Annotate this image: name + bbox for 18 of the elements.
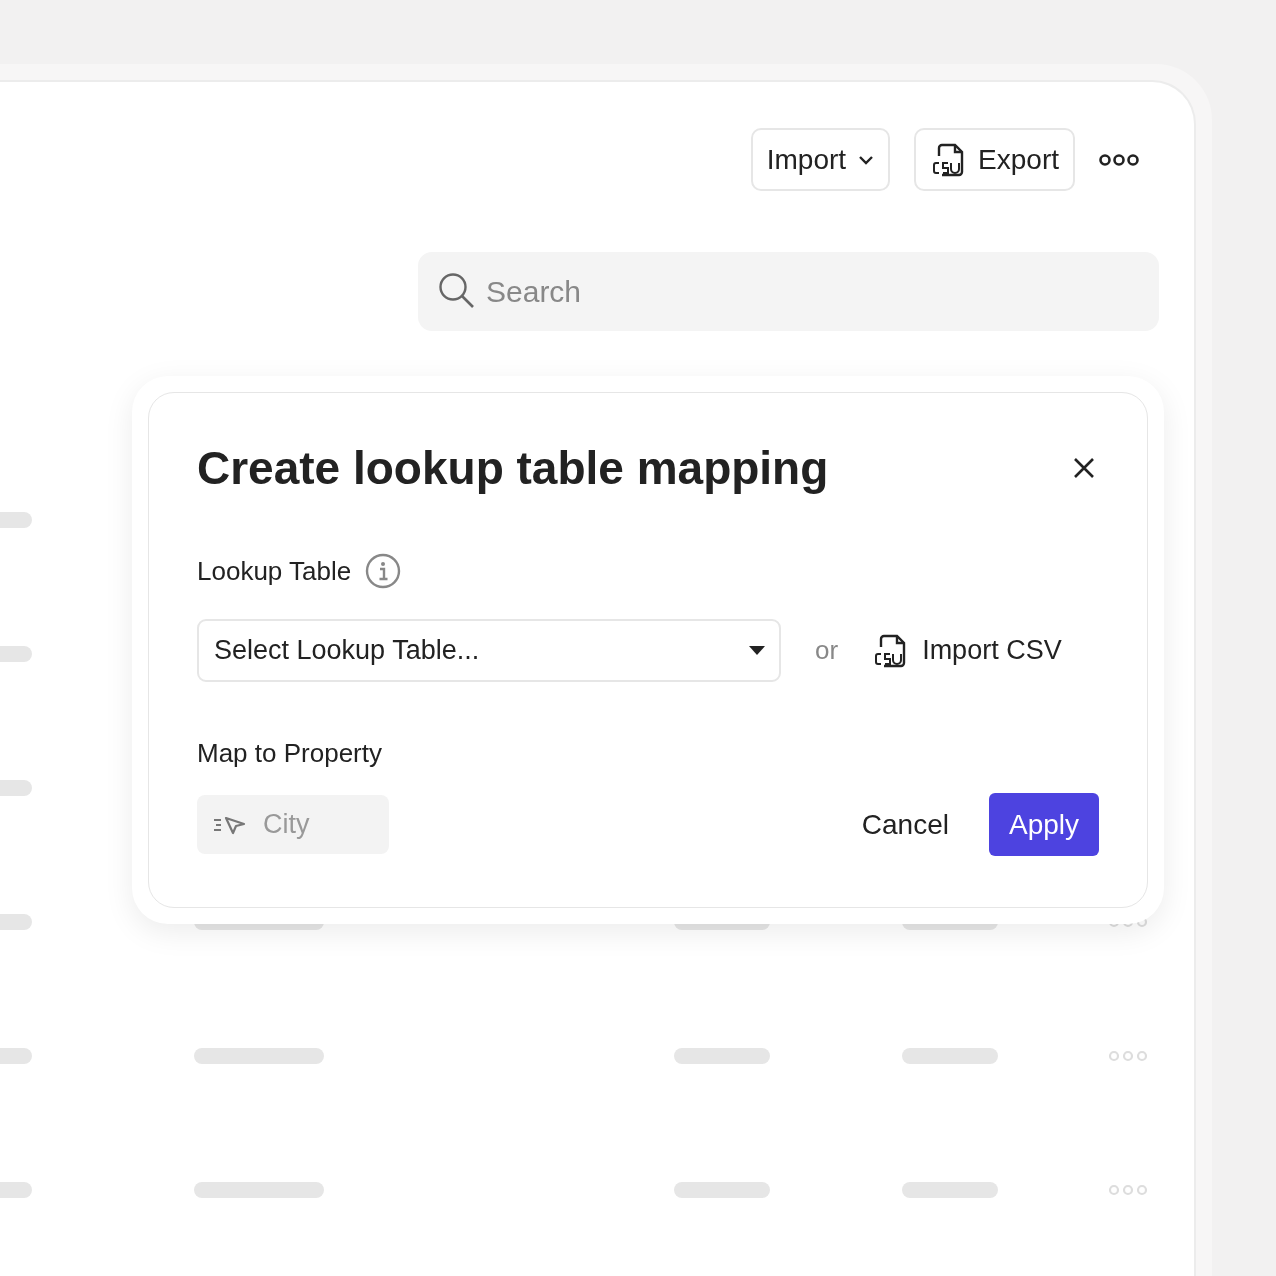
close-icon — [1073, 457, 1095, 479]
caret-icon — [749, 646, 765, 655]
field-label: Lookup Table — [197, 555, 352, 587]
separator-text: or — [815, 635, 839, 666]
chevron-down-icon — [858, 154, 875, 165]
field-label: Map to Property — [197, 738, 382, 768]
property-icon — [213, 814, 247, 835]
close-button[interactable] — [1073, 457, 1095, 479]
info-icon[interactable] — [365, 553, 402, 589]
more-icon[interactable] — [1099, 152, 1139, 167]
import-button[interactable]: Import — [750, 128, 891, 191]
export-button[interactable]: Export — [914, 128, 1075, 191]
apply-button[interactable]: Apply — [988, 793, 1099, 856]
dialog-title: Create lookup table mapping — [197, 441, 829, 495]
search-field[interactable]: Search — [418, 252, 1159, 331]
cancel-button[interactable]: Cancel — [841, 793, 969, 856]
lookup-table-dropdown[interactable]: Select Lookup Table... — [197, 619, 781, 682]
import-csv-button[interactable]: Import CSV — [872, 632, 1062, 669]
